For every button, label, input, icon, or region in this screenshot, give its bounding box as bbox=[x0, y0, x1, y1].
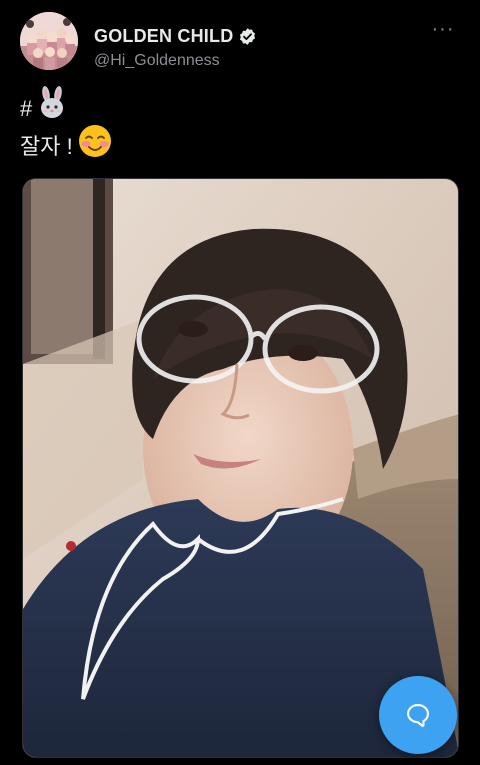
tweet-photo[interactable] bbox=[22, 178, 459, 758]
message-text: 잘자 ! bbox=[20, 134, 73, 159]
reply-fab-button[interactable] bbox=[379, 676, 457, 754]
verified-badge-icon bbox=[238, 27, 257, 46]
tweet: GOLDEN CHILD @Hi_Goldenness ··· # 잘자 ! bbox=[0, 0, 480, 765]
name-row: GOLDEN CHILD bbox=[94, 26, 257, 47]
more-options-icon[interactable]: ··· bbox=[430, 19, 456, 42]
hashtag-symbol[interactable]: # bbox=[20, 90, 32, 128]
message-line: 잘자 ! bbox=[20, 125, 113, 166]
rabbit-emoji-icon bbox=[36, 86, 68, 132]
handle[interactable]: @Hi_Goldenness bbox=[94, 52, 220, 70]
reply-speech-bubble-icon bbox=[407, 704, 429, 727]
tweet-header: GOLDEN CHILD @Hi_Goldenness ··· bbox=[20, 12, 460, 74]
display-name[interactable]: GOLDEN CHILD bbox=[94, 26, 233, 47]
selfie-photo bbox=[23, 179, 458, 757]
group-photo-avatar-icon bbox=[20, 12, 78, 70]
smiling-face-with-blush-emoji-icon bbox=[77, 123, 113, 171]
tweet-text: # 잘자 ! bbox=[20, 86, 113, 166]
avatar[interactable] bbox=[20, 12, 78, 70]
